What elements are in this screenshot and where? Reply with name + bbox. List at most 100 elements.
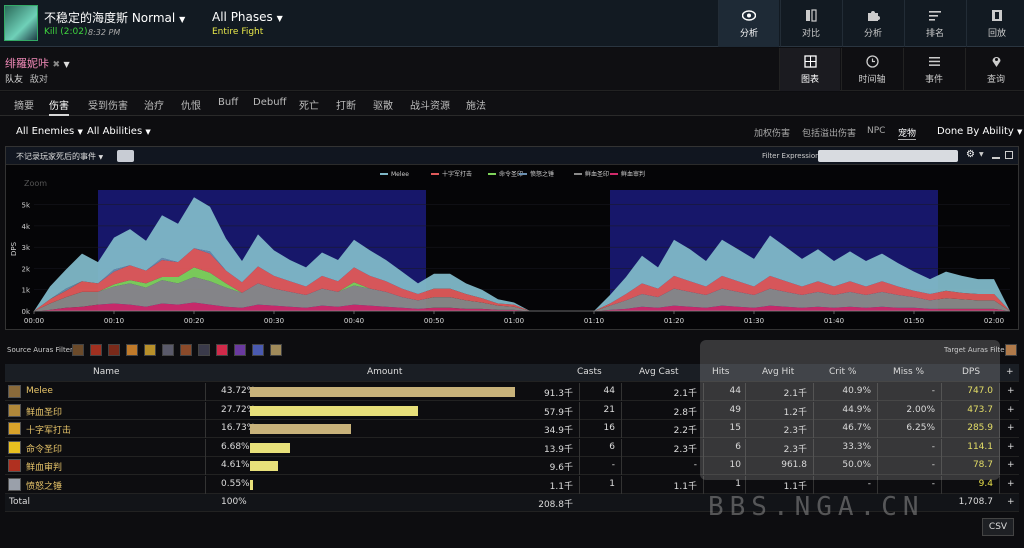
col-avg-cast[interactable]: Avg Cast	[639, 367, 679, 377]
tab-dispels[interactable]: 驱散	[373, 97, 393, 116]
caret-down-icon[interactable]: ▼	[979, 151, 984, 158]
ability-name[interactable]: 鲜血圣印	[26, 405, 62, 418]
nav-compare[interactable]: 对比	[780, 0, 841, 47]
column-divider	[621, 401, 622, 420]
boss-selector[interactable]: 不稳定的海度斯 Normal ▼	[44, 9, 185, 26]
csv-export-button[interactable]: CSV	[982, 518, 1014, 536]
column-divider	[621, 383, 622, 401]
aura-icon[interactable]	[270, 344, 282, 356]
dead-events-dropdown[interactable]: 不记录玩家死后的事件 ▼	[16, 151, 103, 162]
toggle-weighted-damage[interactable]: 加权伤害	[754, 126, 790, 139]
view-charts[interactable]: 图表	[779, 48, 840, 91]
aura-icon[interactable]	[1005, 344, 1017, 356]
table-row[interactable]: 十字军打击 16.73% 34.9千 16 2.2千 15 2.3千 46.7%…	[5, 420, 1019, 438]
nav-analyze[interactable]: 分析	[718, 0, 779, 47]
nav-ranking[interactable]: 排名	[904, 0, 965, 47]
expand-plus[interactable]: +	[1007, 423, 1015, 433]
view-query[interactable]: 查询	[965, 48, 1024, 91]
col-name[interactable]: Name	[93, 367, 120, 377]
tab-damage[interactable]: 伤害	[49, 97, 69, 116]
friendly-link[interactable]: 队友	[5, 75, 23, 85]
table-row[interactable]: Melee 43.72% 91.3千 44 2.1千 44 2.1千 40.9%…	[5, 383, 1019, 401]
aura-icon[interactable]	[144, 344, 156, 356]
ability-name[interactable]: Melee	[26, 386, 53, 396]
toggle-npc[interactable]: NPC	[867, 126, 885, 136]
expand-plus[interactable]: +	[1007, 442, 1015, 452]
player-selector[interactable]: 绯羅妮咔 ✖ ▼	[5, 55, 70, 71]
close-icon[interactable]: ✖	[53, 60, 61, 70]
col-amount[interactable]: Amount	[367, 367, 402, 377]
y-tick-label: 2k	[21, 265, 30, 273]
tab-deaths[interactable]: 死亡	[299, 97, 319, 116]
ability-amount: 13.9千	[543, 444, 573, 455]
column-divider	[999, 420, 1000, 438]
phase-selector[interactable]: All Phases ▼	[212, 10, 283, 24]
x-tick-label: 01:30	[744, 317, 764, 325]
tab-healing[interactable]: 治疗	[144, 97, 164, 116]
expand-plus[interactable]: +	[1007, 479, 1015, 489]
expand-plus[interactable]: +	[1007, 497, 1015, 507]
ability-name[interactable]: 鲜血审判	[26, 460, 62, 473]
toggle-pets[interactable]: 宠物	[898, 126, 917, 140]
expand-plus[interactable]: +	[1007, 405, 1015, 415]
column-divider	[205, 438, 206, 457]
ability-name[interactable]: 十字军打击	[26, 423, 71, 436]
amount-bar	[250, 479, 253, 490]
ability-name[interactable]: 愤怒之锤	[26, 479, 62, 492]
col-crit[interactable]: Crit %	[829, 367, 856, 377]
tab-buffs[interactable]: Buff	[218, 97, 238, 116]
caret-down-icon: ▼	[276, 14, 283, 23]
aura-icon[interactable]	[252, 344, 264, 356]
dps-chart[interactable]: Melee 十字军打击 命令圣印 愤怒之锤 鲜血圣印 鲜血审判ZoomDPS0k1k2k3…	[6, 166, 1018, 330]
toggle-overkill[interactable]: 包括溢出伤害	[802, 126, 856, 139]
expand-plus[interactable]: +	[1007, 460, 1015, 470]
col-casts[interactable]: Casts	[577, 367, 602, 377]
aura-icon[interactable]	[234, 344, 246, 356]
aura-icon[interactable]	[180, 344, 192, 356]
gear-icon[interactable]: ⚙	[966, 149, 975, 160]
aura-icon[interactable]	[90, 344, 102, 356]
tab-summary[interactable]: 摘要	[14, 97, 34, 116]
enemy-link[interactable]: 敌对	[30, 75, 48, 85]
col-avg-hit[interactable]: Avg Hit	[762, 367, 794, 377]
col-dps[interactable]: DPS	[962, 367, 980, 377]
tab-damage-taken[interactable]: 受到伤害	[88, 97, 128, 116]
table-row[interactable]: 命令圣印 6.68% 13.9千 6 2.3千 6 2.3千 33.3% - 1…	[5, 438, 1019, 457]
expand-plus[interactable]: +	[1007, 386, 1015, 396]
tab-casts[interactable]: 施法	[466, 97, 486, 116]
aura-icon[interactable]	[72, 344, 84, 356]
aura-icon[interactable]	[108, 344, 120, 356]
col-hits[interactable]: Hits	[712, 367, 730, 377]
tab-resources[interactable]: 战斗资源	[410, 97, 450, 116]
abilities-dropdown[interactable]: All Abilities ▼	[87, 126, 151, 137]
view-events[interactable]: 事件	[903, 48, 964, 91]
tab-threat[interactable]: 仇恨	[181, 97, 201, 116]
aura-icon[interactable]	[126, 344, 138, 356]
group-by-dropdown[interactable]: Done By Ability ▼	[937, 126, 1022, 137]
nav-analyze-2[interactable]: 分析	[842, 0, 903, 47]
aura-icon[interactable]	[162, 344, 174, 356]
aura-icon[interactable]	[198, 344, 210, 356]
filter-expression-input[interactable]	[818, 150, 958, 162]
view-timeline[interactable]: 时间轴	[841, 48, 902, 91]
col-miss[interactable]: Miss %	[893, 367, 924, 377]
replay-icon	[992, 10, 1002, 21]
ability-name[interactable]: 命令圣印	[26, 442, 62, 455]
ability-avg-hit: 1.2千	[783, 407, 807, 418]
tab-interrupts[interactable]: 打断	[336, 97, 356, 116]
table-row[interactable]: 愤怒之锤 0.55% 1.1千 1 1.1千 1 1.1千 - - 9.4 +	[5, 475, 1019, 494]
nav-replay[interactable]: 回放	[966, 0, 1024, 47]
legend-swatch	[574, 173, 582, 175]
tab-debuffs[interactable]: Debuff	[253, 97, 286, 116]
column-divider	[813, 457, 814, 475]
table-row[interactable]: 鲜血圣印 27.72% 57.9千 21 2.8千 49 1.2千 44.9% …	[5, 401, 1019, 420]
minimize-icon[interactable]	[992, 157, 1000, 159]
table-row[interactable]: 鲜血审判 4.61% 9.6千 - - 10 961.8 50.0% - 78.…	[5, 457, 1019, 475]
col-plus[interactable]: +	[1006, 367, 1014, 377]
ability-avg-hit: 2.3千	[783, 444, 807, 455]
dead-events-toggle[interactable]	[117, 150, 134, 162]
enemies-dropdown[interactable]: All Enemies ▼	[16, 126, 83, 137]
total-dps: 1,708.7	[958, 497, 993, 507]
aura-icon[interactable]	[216, 344, 228, 356]
maximize-icon[interactable]	[1005, 151, 1013, 159]
